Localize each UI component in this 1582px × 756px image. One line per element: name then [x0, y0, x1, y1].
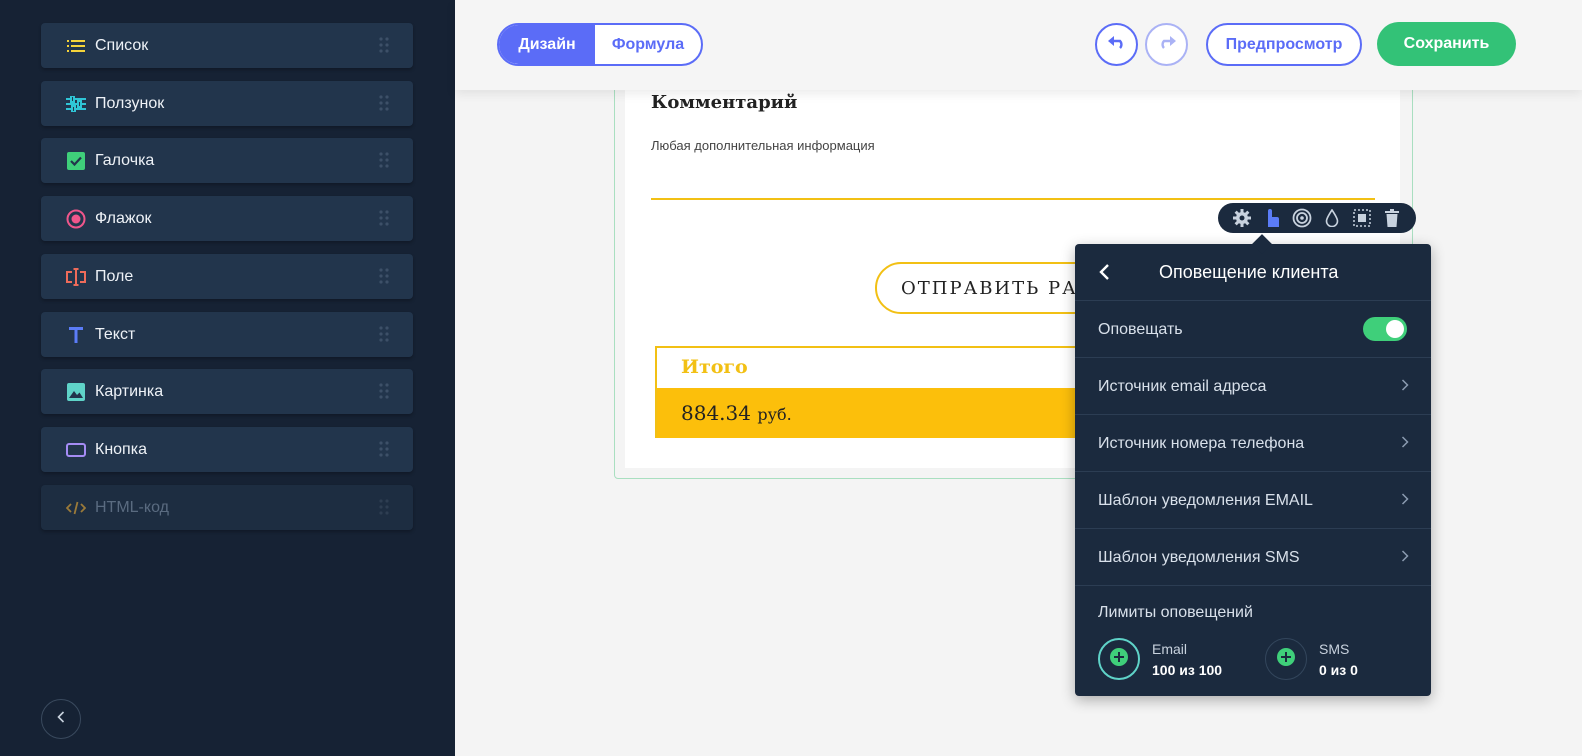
list-icon [65, 35, 87, 57]
sidebar: Список Ползунок Галочка Флажок Поле Текс… [0, 0, 455, 756]
sms-template-row[interactable]: Шаблон уведомления SMS [1075, 529, 1431, 586]
email-template-row[interactable]: Шаблон уведомления EMAIL [1075, 472, 1431, 529]
redo-button[interactable] [1145, 23, 1188, 66]
button-icon [65, 439, 87, 461]
notify-label: Оповещать [1098, 321, 1183, 338]
limits-title: Лимиты оповещений [1098, 604, 1253, 621]
touch-icon[interactable] [1262, 208, 1282, 228]
input-field-icon [65, 266, 87, 288]
drop-icon[interactable] [1322, 208, 1342, 228]
radio-icon [65, 208, 87, 230]
sidebar-item-checkbox[interactable]: Галочка [41, 138, 413, 183]
element-toolbar [1218, 203, 1416, 233]
drag-handle-icon[interactable] [379, 210, 389, 231]
text-icon [65, 324, 87, 346]
gear-icon[interactable] [1232, 208, 1252, 228]
sidebar-item-radio[interactable]: Флажок [41, 196, 413, 241]
select-area-icon[interactable] [1352, 208, 1372, 228]
plus-circle-icon [1277, 647, 1295, 671]
sidebar-item-label: Флажок [95, 209, 152, 227]
limit-name: SMS [1319, 640, 1350, 657]
total-value: 884.34 руб. [681, 401, 792, 425]
total-bar: 884.34 руб. [657, 388, 1093, 438]
drag-handle-icon[interactable] [379, 326, 389, 347]
tab-design[interactable]: Дизайн [499, 25, 595, 64]
collapse-sidebar-button[interactable] [41, 699, 81, 739]
sidebar-item-label: Картинка [95, 382, 164, 400]
add-email-limit-button[interactable] [1098, 638, 1140, 680]
total-amount: 884.34 [681, 401, 751, 425]
total-currency: руб. [757, 405, 792, 424]
slider-icon [65, 93, 87, 115]
chevron-left-icon [57, 710, 65, 728]
drag-handle-icon[interactable] [379, 152, 389, 173]
chevron-right-icon [1401, 435, 1409, 453]
undo-button[interactable] [1095, 23, 1138, 66]
total-block: Итого 884.34 руб. [655, 346, 1095, 438]
notify-toggle[interactable] [1363, 317, 1407, 341]
toggle-knob [1386, 320, 1404, 338]
notify-row: Оповещать [1075, 301, 1431, 358]
plus-circle-icon [1110, 647, 1128, 671]
code-icon [65, 497, 87, 519]
drag-handle-icon[interactable] [379, 37, 389, 58]
email-source-row[interactable]: Источник email адреса [1075, 358, 1431, 415]
panel-title: Оповещение клиента [1159, 262, 1339, 282]
sidebar-item-label: Ползунок [95, 94, 165, 112]
sidebar-item-label: Кнопка [95, 440, 147, 458]
sidebar-item-text[interactable]: Текст [41, 312, 413, 357]
total-label: Итого [681, 356, 748, 378]
preview-button[interactable]: Предпросмотр [1206, 23, 1362, 66]
sidebar-item-field[interactable]: Поле [41, 254, 413, 299]
row-label: Источник номера телефона [1098, 435, 1305, 452]
sidebar-item-button[interactable]: Кнопка [41, 427, 413, 472]
sidebar-item-label: Текст [95, 325, 136, 343]
sidebar-item-label: HTML-код [95, 498, 169, 516]
email-limit: Email 100 из 100 [1098, 638, 1222, 680]
sidebar-item-slider[interactable]: Ползунок [41, 81, 413, 126]
chevron-right-icon [1401, 549, 1409, 567]
redo-icon [1157, 35, 1177, 54]
checkbox-icon [65, 150, 87, 172]
comment-field[interactable]: Любая дополнительная информация [651, 138, 875, 153]
save-button[interactable]: Сохранить [1377, 22, 1516, 66]
chevron-right-icon [1401, 378, 1409, 396]
drag-handle-icon[interactable] [379, 441, 389, 462]
chevron-right-icon [1401, 492, 1409, 510]
row-label: Источник email адреса [1098, 378, 1267, 395]
add-sms-limit-button[interactable] [1265, 638, 1307, 680]
limit-value: 0 из 0 [1319, 661, 1358, 678]
comment-title: Комментарий [651, 92, 798, 113]
sidebar-item-label: Галочка [95, 151, 155, 169]
limit-value: 100 из 100 [1152, 661, 1223, 678]
limit-name: Email [1152, 640, 1188, 657]
sms-limit: SMS 0 из 0 [1265, 638, 1358, 680]
sidebar-item-image[interactable]: Картинка [41, 369, 413, 414]
top-toolbar: Дизайн Формула Предпросмотр Сохранить [455, 0, 1582, 90]
row-label: Шаблон уведомления SMS [1098, 549, 1300, 566]
client-notification-panel: Оповещение клиента Оповещать Источник em… [1075, 234, 1431, 696]
drag-handle-icon[interactable] [379, 383, 389, 404]
tab-formula[interactable]: Формула [595, 25, 701, 64]
drag-handle-icon[interactable] [379, 268, 389, 289]
sidebar-item-label: Поле [95, 267, 134, 285]
drag-handle-icon[interactable] [379, 499, 389, 520]
sidebar-item-list[interactable]: Список [41, 23, 413, 68]
target-icon[interactable] [1292, 208, 1312, 228]
comment-field-underline [651, 198, 1375, 200]
phone-source-row[interactable]: Источник номера телефона [1075, 415, 1431, 472]
sidebar-item-html[interactable]: HTML-код [41, 485, 413, 530]
undo-icon [1107, 35, 1127, 54]
mode-switch: Дизайн Формула [497, 23, 703, 66]
drag-handle-icon[interactable] [379, 95, 389, 116]
back-icon[interactable] [1095, 262, 1115, 282]
trash-icon[interactable] [1382, 208, 1402, 228]
row-label: Шаблон уведомления EMAIL [1098, 492, 1313, 509]
sidebar-item-label: Список [95, 36, 149, 54]
image-icon [65, 381, 87, 403]
panel-header: Оповещение клиента [1075, 244, 1431, 301]
